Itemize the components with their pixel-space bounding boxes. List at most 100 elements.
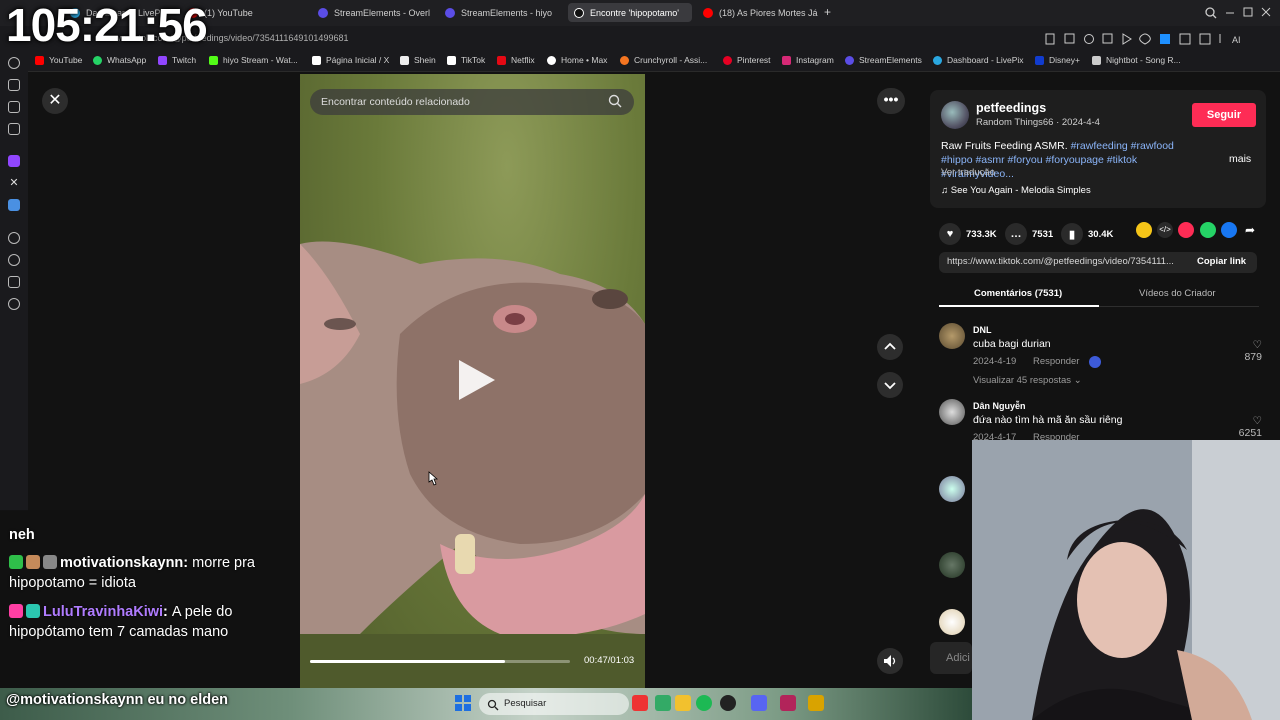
bookmark-streamelements[interactable]: StreamElements <box>845 55 922 65</box>
mail-icon[interactable] <box>8 123 20 135</box>
bookmark-crunchyroll[interactable]: Crunchyroll - Assi... <box>620 55 707 65</box>
bookmark-x[interactable]: Página Inicial / X <box>312 55 389 65</box>
spotify-icon[interactable] <box>696 695 712 711</box>
chat-message: @motivationskaynn eu no elden <box>6 692 229 708</box>
avatar[interactable] <box>939 323 965 349</box>
tab-youtube-2[interactable]: (18) As Piores Mortes Já D <box>703 3 818 22</box>
bookmark-instagram[interactable]: Instagram <box>782 55 834 65</box>
comment-text: cuba bagi durian <box>973 338 1051 350</box>
bookmark-kick[interactable]: hiyo Stream - Wat... <box>209 55 298 65</box>
search-icon[interactable] <box>608 94 622 108</box>
bookmark-nightbot[interactable]: Nightbot - Song R... <box>1092 55 1181 65</box>
bookmark-twitch[interactable]: Twitch <box>158 55 196 65</box>
close-button[interactable]: ✕ <box>42 88 68 114</box>
more-icon: ••• <box>883 91 899 107</box>
bookmark-youtube[interactable]: YouTube <box>35 55 82 65</box>
whatsapp-icon[interactable] <box>1200 222 1216 238</box>
avatar[interactable] <box>939 552 965 578</box>
comment-button[interactable]: … 7531 <box>1005 223 1053 245</box>
tab-label: StreamElements - Overlay <box>334 7 430 18</box>
play-icon[interactable] <box>8 232 20 244</box>
twitch-icon[interactable] <box>8 155 20 167</box>
taskbar-search[interactable]: Pesquisar <box>479 693 629 715</box>
tab-label: Encontre 'hipopotamo' <box>590 7 679 18</box>
chevron-down-icon <box>884 382 896 390</box>
follow-button[interactable]: Seguir <box>1192 103 1256 127</box>
taskbar-app-icon[interactable] <box>632 695 648 711</box>
translate-link[interactable]: Ver tradução <box>941 167 995 178</box>
comment-like-button[interactable]: ♡ 879 <box>1236 339 1262 363</box>
obs-icon[interactable] <box>720 695 736 711</box>
save-button[interactable]: ▮ 30.4K <box>1061 223 1113 245</box>
new-tab-button[interactable]: + <box>824 5 831 19</box>
discord-icon[interactable] <box>751 695 767 711</box>
tiktok-icon <box>447 55 456 65</box>
add-comment-input[interactable]: Adici <box>930 642 972 674</box>
avatar[interactable] <box>939 476 965 502</box>
comment-count: 7531 <box>1032 228 1054 240</box>
media-icon[interactable] <box>8 101 20 113</box>
reply-button[interactable]: Responder <box>1033 356 1079 367</box>
clock-icon[interactable] <box>8 254 20 266</box>
translate-icon[interactable] <box>8 199 20 211</box>
tab-label: StreamElements - hiyo <box>461 7 553 18</box>
subscriber-badge-icon <box>9 604 23 618</box>
youtube-icon <box>703 7 713 18</box>
facebook-icon[interactable] <box>1221 222 1237 238</box>
bookmark-label: Dashboard - LivePix <box>947 55 1024 65</box>
bookmark-tiktok[interactable]: TikTok <box>447 55 485 65</box>
like-button[interactable]: ♥ 733.3K <box>939 223 997 245</box>
extensions-icon[interactable] <box>8 276 20 288</box>
caption-more-link[interactable]: mais <box>1229 153 1251 165</box>
twitch-icon <box>158 55 167 65</box>
netflix-icon <box>497 55 506 65</box>
avatar[interactable] <box>941 101 969 129</box>
related-content-search[interactable]: Encontrar conteúdo relacionado <box>310 89 634 115</box>
tab-tiktok-active[interactable]: Encontre 'hipopotamo' <box>568 3 692 22</box>
tab-creator-videos[interactable]: Vídeos do Criador <box>1139 288 1216 299</box>
taskbar-app-icon[interactable] <box>655 695 671 711</box>
author-username[interactable]: petfeedings <box>976 101 1046 115</box>
bookmark-netflix[interactable]: Netflix <box>497 55 535 65</box>
send-icon[interactable] <box>1178 222 1194 238</box>
repost-icon[interactable] <box>1136 222 1152 238</box>
tab-streamelements-hiyo[interactable]: StreamElements - hiyo <box>445 3 560 22</box>
tab-streamelements-overlay[interactable]: StreamElements - Overlay <box>318 3 430 22</box>
bookmark-livepix[interactable]: Dashboard - LivePix <box>933 55 1024 65</box>
more-options-button[interactable]: ••• <box>877 88 905 114</box>
windows-start-icon[interactable] <box>455 695 471 711</box>
bookmark-icon[interactable] <box>8 79 20 91</box>
avatar[interactable] <box>939 609 965 635</box>
comment-author[interactable]: DNL <box>973 325 992 335</box>
share-arrow-icon[interactable]: ➦ <box>1242 222 1258 238</box>
bookmark-disney[interactable]: Disney+ <box>1035 55 1080 65</box>
bookmark-shein[interactable]: Shein <box>400 55 436 65</box>
tab-comments[interactable]: Comentários (7531) <box>974 288 1062 299</box>
nightbot-icon <box>1092 55 1101 65</box>
bookmark-label: YouTube <box>49 55 83 65</box>
volume-button[interactable] <box>877 648 903 674</box>
bookmark-label: hiyo Stream - Wat... <box>223 55 298 65</box>
previous-video-button[interactable] <box>877 334 903 360</box>
music-link[interactable]: ♫ See You Again - Melodia Simples <box>941 185 1091 196</box>
file-explorer-icon[interactable] <box>675 695 691 711</box>
heart-outline-icon: ♡ <box>1252 339 1262 351</box>
bookmark-max[interactable]: Home • Max <box>547 55 607 65</box>
embed-icon[interactable]: </> <box>1157 222 1173 238</box>
settings-gear-icon[interactable] <box>8 298 20 310</box>
view-replies-button[interactable]: Visualizar 45 respostas ⌄ <box>973 375 1082 386</box>
x-icon[interactable]: ✕ <box>8 177 20 189</box>
comment-like-button[interactable]: ♡ 6251 <box>1236 415 1262 439</box>
comment-author[interactable]: Dân Nguyễn <box>973 401 1026 411</box>
video-progress-bar[interactable] <box>310 660 570 663</box>
copy-link-button[interactable]: Copiar link <box>1197 256 1246 267</box>
taskbar-app-icon[interactable] <box>808 695 824 711</box>
taskbar-app-icon[interactable] <box>780 695 796 711</box>
next-video-button[interactable] <box>877 372 903 398</box>
play-icon[interactable] <box>455 358 499 402</box>
caption-text: Raw Fruits Feeding ASMR. <box>941 140 1068 152</box>
history-icon[interactable] <box>8 57 20 69</box>
bookmark-pinterest[interactable]: Pinterest <box>723 55 771 65</box>
bookmark-whatsapp[interactable]: WhatsApp <box>93 55 146 65</box>
avatar[interactable] <box>939 399 965 425</box>
